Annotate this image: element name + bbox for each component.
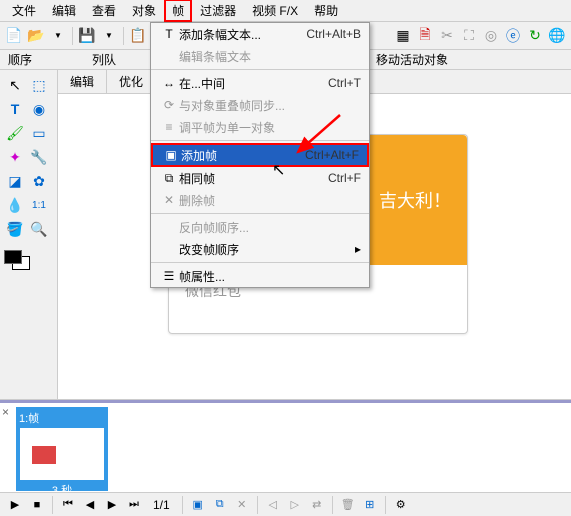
new-icon[interactable]: 📄 <box>4 26 24 46</box>
menu-frame-props[interactable]: ☰ 帧属性... <box>151 265 369 287</box>
circle-tool[interactable]: ◉ <box>28 98 50 120</box>
first-icon[interactable]: ⏮ <box>59 496 77 514</box>
menu-edit-banner-text: 编辑条幅文本 <box>151 45 369 67</box>
cut-icon[interactable]: ✂ <box>437 26 457 46</box>
grid-icon[interactable]: ⊞ <box>361 496 379 514</box>
same-frame-icon: ⧉ <box>159 171 179 186</box>
cursor-icon: ↖ <box>272 160 285 180</box>
tab-optimize[interactable]: 优化 <box>107 70 156 93</box>
menu-add-frame[interactable]: ▣ 添加帧 Ctrl+Alt+F <box>151 143 369 167</box>
tool-panel: ↖⬚ T◉ 🖌▭ ✦🔧 ◪✿ 💧1:1 🪣🔍 <box>0 70 58 399</box>
menu-file[interactable]: 文件 <box>4 0 44 22</box>
menubar: 文件 编辑 查看 对象 帧 过滤器 视频 F/X 帮助 <box>0 0 571 22</box>
menu-frame[interactable]: 帧 <box>164 0 192 22</box>
text-icon: T <box>159 27 179 41</box>
square-tool[interactable]: ▭ <box>28 122 50 144</box>
refresh-icon[interactable]: ↻ <box>525 26 545 46</box>
frame-thumbnail[interactable]: 1:帧 3 秒 <box>16 407 108 491</box>
left-icon[interactable]: ◁ <box>264 496 282 514</box>
open-icon[interactable]: 📂 <box>26 26 46 46</box>
copy-icon[interactable]: 📋 <box>128 26 148 46</box>
play-icon[interactable]: ▶ <box>6 496 24 514</box>
separator <box>151 140 369 141</box>
wand-tool[interactable]: ✦ <box>4 146 26 168</box>
settings-icon[interactable]: ⚙ <box>392 496 410 514</box>
order-label: 顺序 <box>8 51 32 68</box>
sync-icon: ⟳ <box>159 98 179 112</box>
frame-icon[interactable]: ▦ <box>393 26 413 46</box>
menu-video[interactable]: 视频 F/X <box>244 0 306 22</box>
frame-dropdown: T 添加条幅文本... Ctrl+Alt+B 编辑条幅文本 ↔ 在...中间 C… <box>150 22 370 288</box>
between-icon: ↔ <box>159 76 179 90</box>
eyedrop-tool[interactable]: 💧 <box>4 194 26 216</box>
separator <box>151 262 369 263</box>
menu-in-between[interactable]: ↔ 在...中间 Ctrl+T <box>151 72 369 94</box>
add-frame-icon: ▣ <box>161 148 181 162</box>
flip-icon[interactable]: ⇄ <box>308 496 326 514</box>
wrench-tool[interactable]: 🔧 <box>28 146 50 168</box>
separator <box>151 213 369 214</box>
save-icon[interactable]: 💾 <box>77 26 97 46</box>
menu-filter[interactable]: 过滤器 <box>192 0 244 22</box>
brush-tool[interactable]: 🖌 <box>4 122 26 144</box>
magnify-tool[interactable]: 🔍 <box>28 218 50 240</box>
close-panel-icon[interactable]: × <box>0 403 12 500</box>
spray-tool[interactable]: ✿ <box>28 170 50 192</box>
add-icon[interactable]: ▣ <box>189 496 207 514</box>
flatten-icon: ≡ <box>159 120 179 134</box>
delete-icon: ✕ <box>159 193 179 207</box>
del-icon[interactable]: ✕ <box>233 496 251 514</box>
last-icon[interactable]: ⏭ <box>125 496 143 514</box>
globe-icon[interactable]: 🌐 <box>547 26 567 46</box>
menu-help[interactable]: 帮助 <box>306 0 346 22</box>
tab-edit[interactable]: 编辑 <box>58 70 107 93</box>
right-icon[interactable]: ▷ <box>286 496 304 514</box>
expand-icon[interactable]: ⛶ <box>459 26 479 46</box>
next-icon[interactable]: ▶ <box>103 496 121 514</box>
doc-icon[interactable]: 🗎 <box>415 26 435 46</box>
frame-preview <box>20 428 104 480</box>
menu-flatten: ≡ 调平帧为单一对象 <box>151 116 369 138</box>
text-tool[interactable]: T <box>4 98 26 120</box>
frames-panel: × 1:帧 3 秒 <box>0 400 571 500</box>
submenu-arrow-icon: ▸ <box>355 242 361 256</box>
dropdown-icon[interactable]: ▼ <box>99 26 119 46</box>
frame-label: 1:帧 <box>19 410 105 426</box>
ie-icon[interactable]: ⓔ <box>503 26 523 46</box>
frame-count: 1/1 <box>153 498 170 512</box>
stop-icon[interactable]: ■ <box>28 496 46 514</box>
select-tool[interactable]: ⬚ <box>28 74 50 96</box>
shape-tool[interactable]: ◪ <box>4 170 26 192</box>
menu-edit[interactable]: 编辑 <box>44 0 84 22</box>
menu-same-frame[interactable]: ⧉ 相同帧 Ctrl+F <box>151 167 369 189</box>
dropdown-icon[interactable]: ▼ <box>48 26 68 46</box>
menu-change-order[interactable]: 改变帧顺序 ▸ <box>151 238 369 260</box>
queue-label: 列队 <box>92 51 116 68</box>
prev-icon[interactable]: ◀ <box>81 496 99 514</box>
menu-delete-frame: ✕ 删除帧 <box>151 189 369 211</box>
props-icon: ☰ <box>159 269 179 283</box>
fill-tool[interactable]: 🪣 <box>4 218 26 240</box>
move-label: 移动活动对象 <box>376 51 448 68</box>
target-icon[interactable]: ◎ <box>481 26 501 46</box>
separator <box>151 69 369 70</box>
menu-add-banner-text[interactable]: T 添加条幅文本... Ctrl+Alt+B <box>151 23 369 45</box>
color-swatch[interactable] <box>4 250 34 274</box>
menu-sync-overlap: ⟳ 与对象重叠帧同步... <box>151 94 369 116</box>
menu-object[interactable]: 对象 <box>124 0 164 22</box>
dup-icon[interactable]: ⧉ <box>211 496 229 514</box>
zoom-tool[interactable]: 1:1 <box>28 194 50 216</box>
playbar: ▶ ■ ⏮ ◀ ▶ ⏭ 1/1 ▣ ⧉ ✕ ◁ ▷ ⇄ 🗑 ⊞ ⚙ <box>0 492 571 516</box>
pointer-tool[interactable]: ↖ <box>4 74 26 96</box>
menu-view[interactable]: 查看 <box>84 0 124 22</box>
menu-reverse-order: 反向帧顺序... <box>151 216 369 238</box>
trash-icon[interactable]: 🗑 <box>339 496 357 514</box>
